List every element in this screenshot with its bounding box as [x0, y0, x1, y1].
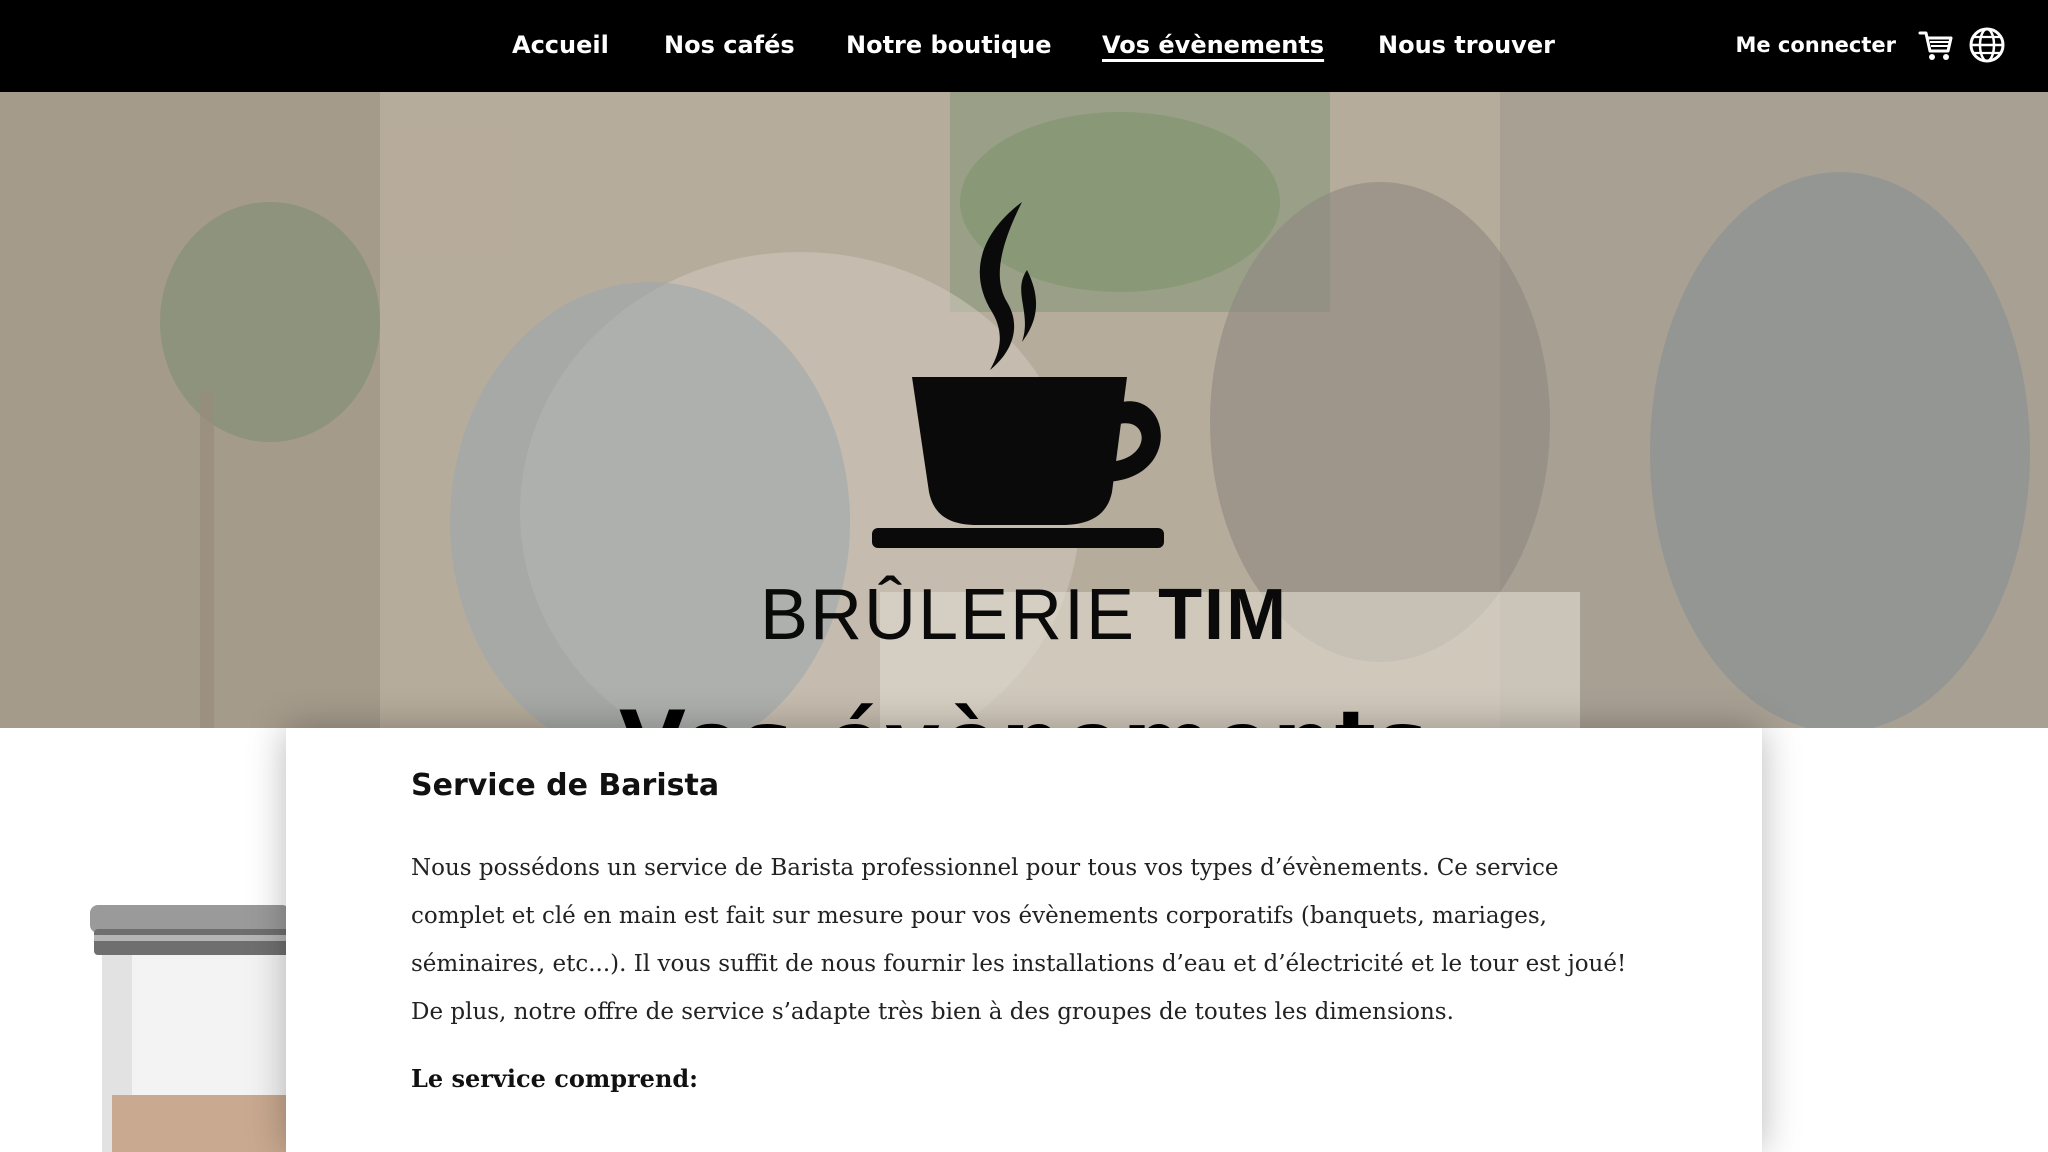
service-description: Nous possédons un service de Barista pro…: [411, 855, 1627, 1025]
nav-item-accueil[interactable]: Accueil: [512, 27, 609, 63]
nav-item-nos-cafes[interactable]: Nos cafés: [664, 27, 795, 63]
section-title: Service de Barista: [411, 768, 720, 803]
nav-item-notre-boutique[interactable]: Notre boutique: [846, 27, 1052, 63]
nav-item-nous-trouver[interactable]: Nous trouver: [1378, 27, 1555, 63]
nav-item-vos-evenements[interactable]: Vos évènements: [1102, 27, 1324, 63]
login-link[interactable]: Me connecter: [1735, 28, 1896, 62]
brand-name-light: BRÛLERIE: [759, 575, 1137, 655]
cart-icon[interactable]: [1918, 27, 1954, 63]
brand-name-bold: TIM: [1158, 575, 1289, 655]
top-navigation: Accueil Nos cafés Notre boutique Vos évè…: [0, 0, 2048, 92]
content-card: Service de Barista Nous possédons un ser…: [286, 728, 1762, 1152]
page-title: Vos évènements: [0, 688, 2048, 728]
service-includes-heading: Le service comprend:: [411, 1064, 699, 1093]
hero-banner: BRÛLERIE TIM Vos évènements: [0, 92, 2048, 728]
globe-icon[interactable]: [1968, 26, 2006, 64]
takeaway-cup-image: [90, 905, 290, 1152]
brand-name: BRÛLERIE TIM: [0, 576, 2048, 654]
coffee-cup-logo: [872, 202, 1164, 548]
